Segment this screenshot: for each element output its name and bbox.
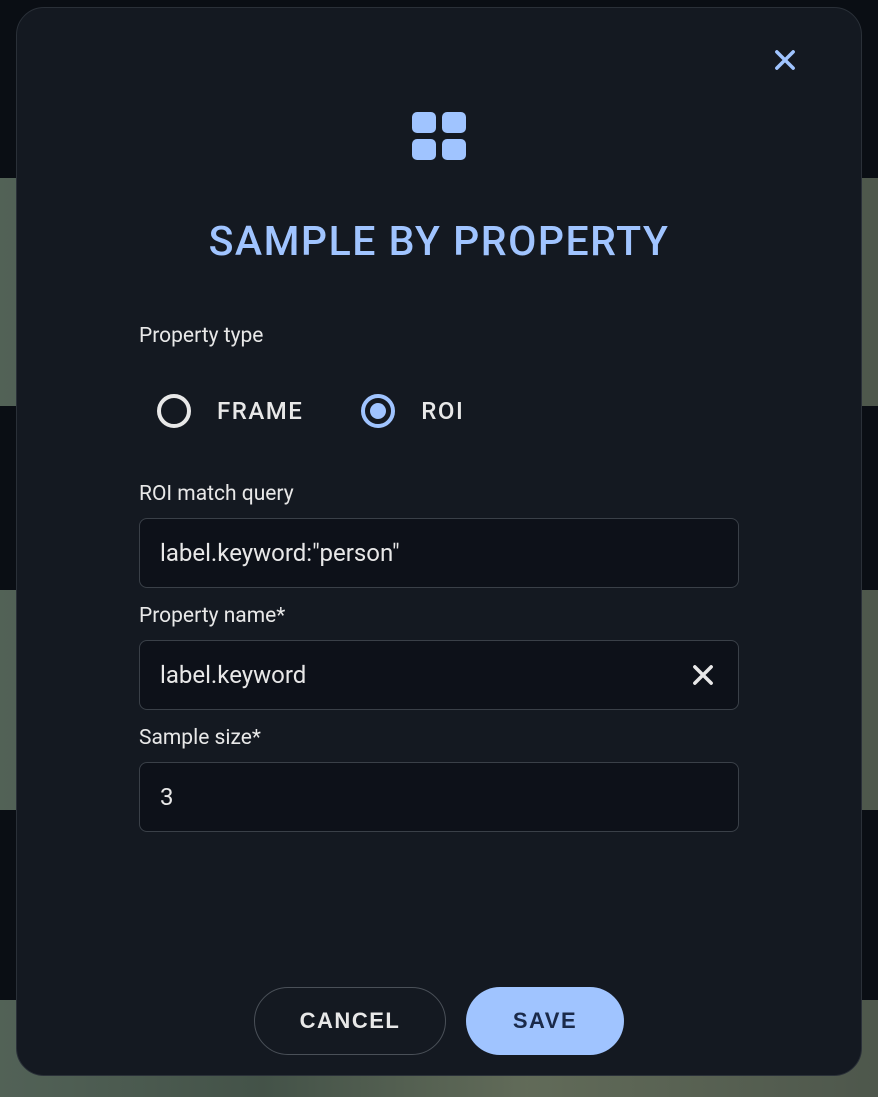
radio-label-frame: FRAME xyxy=(217,397,303,425)
modal-title: SAMPLE BY PROPERTY xyxy=(17,218,861,266)
radio-label-roi: ROI xyxy=(421,397,464,425)
field-sample-size: Sample size* xyxy=(139,726,739,832)
roi-match-query-input[interactable] xyxy=(139,518,739,588)
form: Property type FRAME ROI ROI match query xyxy=(17,324,861,832)
radio-indicator-unchecked xyxy=(157,394,191,428)
property-type-radio-group: FRAME ROI xyxy=(139,394,739,428)
sample-size-input-wrap xyxy=(139,762,739,832)
clear-icon xyxy=(689,661,717,689)
sample-by-property-modal: SAMPLE BY PROPERTY Property type FRAME R… xyxy=(16,7,862,1076)
radio-indicator-checked xyxy=(361,394,395,428)
grid-icon xyxy=(412,112,466,160)
save-button[interactable]: SAVE xyxy=(466,987,624,1055)
clear-property-name-button[interactable] xyxy=(685,657,721,693)
property-name-label: Property name* xyxy=(139,604,739,628)
roi-match-query-label: ROI match query xyxy=(139,482,739,506)
sample-size-input[interactable] xyxy=(139,762,739,832)
radio-inner-dot xyxy=(370,403,386,419)
property-name-input-wrap xyxy=(139,640,739,710)
property-name-input[interactable] xyxy=(139,640,739,710)
cancel-button[interactable]: CANCEL xyxy=(254,987,446,1055)
radio-roi[interactable]: ROI xyxy=(361,394,464,428)
roi-match-query-input-wrap xyxy=(139,518,739,588)
modal-actions: CANCEL SAVE xyxy=(17,987,861,1055)
header-icon-wrap xyxy=(17,112,861,160)
sample-size-label: Sample size* xyxy=(139,726,739,750)
close-icon xyxy=(771,46,799,74)
property-type-label: Property type xyxy=(139,324,739,348)
field-roi-match-query: ROI match query xyxy=(139,482,739,588)
property-type-section: Property type FRAME ROI xyxy=(139,324,739,428)
field-property-name: Property name* xyxy=(139,604,739,710)
close-button[interactable] xyxy=(765,40,805,80)
radio-frame[interactable]: FRAME xyxy=(157,394,303,428)
